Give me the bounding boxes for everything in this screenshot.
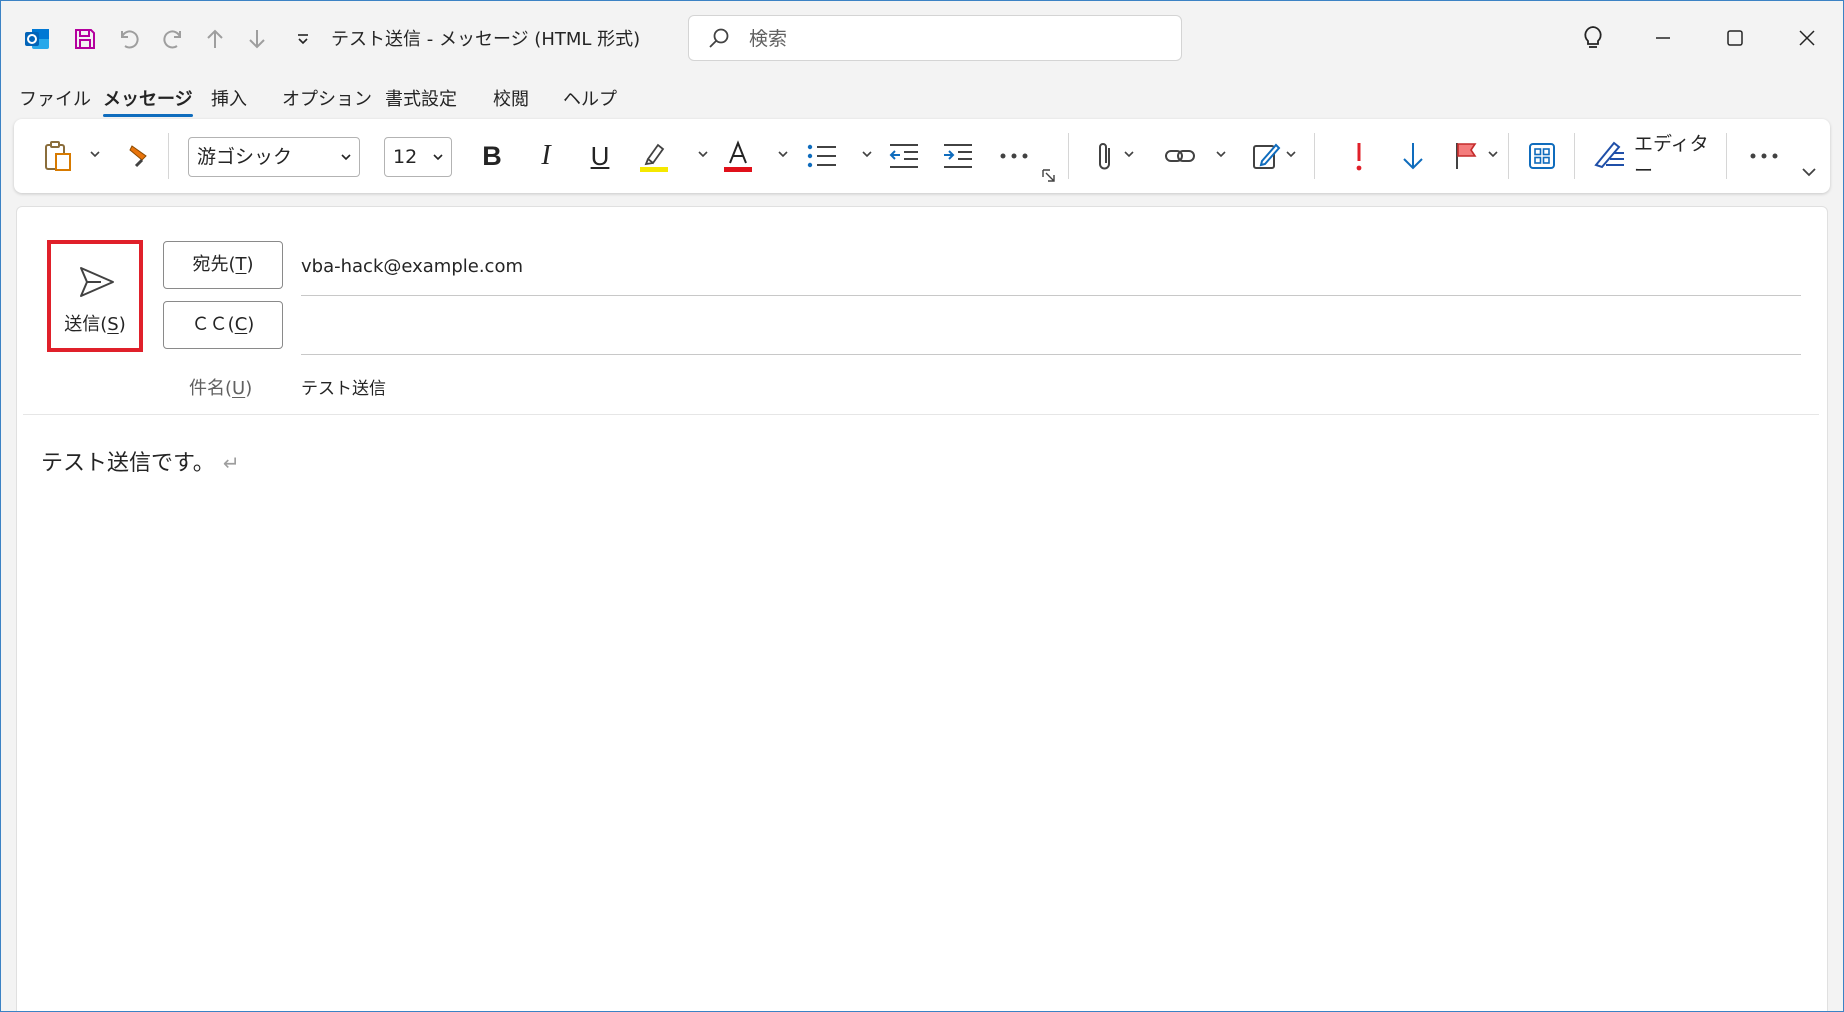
customize-quick-access-icon[interactable] <box>287 23 319 55</box>
font-name-value: 游ゴシック <box>197 146 293 168</box>
window-title: テスト送信 - メッセージ (HTML 形式) <box>331 29 641 50</box>
font-color-dropdown-icon[interactable] <box>776 147 790 161</box>
undo-icon[interactable] <box>113 23 145 55</box>
paragraph-mark: ↵ <box>222 451 240 475</box>
body-text: テスト送信です。 <box>41 451 215 476</box>
increase-indent-icon[interactable] <box>938 137 978 175</box>
send-label: 送信(S) <box>64 314 126 335</box>
high-importance-icon[interactable] <box>1342 137 1376 175</box>
underline-icon[interactable]: U <box>582 137 618 175</box>
font-name-select[interactable]: 游ゴシック <box>188 137 360 177</box>
tab-message[interactable]: メッセージ <box>103 85 193 117</box>
to-button[interactable]: 宛先(T) <box>163 241 283 289</box>
font-size-select[interactable]: 12 <box>384 137 452 177</box>
link-icon[interactable] <box>1160 137 1200 175</box>
ribbon-separator <box>1508 133 1509 179</box>
minimize-button[interactable] <box>1633 15 1693 61</box>
link-dropdown-icon[interactable] <box>1214 147 1228 161</box>
lightbulb-icon[interactable] <box>1563 15 1623 61</box>
ribbon-toolbar: 游ゴシック 12 B I U エディター <box>14 119 1830 193</box>
ribbon-separator <box>168 133 169 179</box>
more-formatting-icon[interactable] <box>994 137 1034 175</box>
ribbon-separator <box>1068 133 1069 179</box>
tab-help[interactable]: ヘルプ <box>563 85 617 111</box>
attach-dropdown-icon[interactable] <box>1122 147 1136 161</box>
bold-icon[interactable]: B <box>474 137 510 175</box>
title-bar: テスト送信 - メッセージ (HTML 形式) <box>1 1 1843 77</box>
maximize-button[interactable] <box>1705 15 1765 61</box>
ribbon-tabs: ファイル メッセージ 挿入 オプション 書式設定 校閲 ヘルプ <box>1 79 1843 117</box>
outlook-compose-window: テスト送信 - メッセージ (HTML 形式) 検索 ファイル メッセージ 挿入… <box>0 0 1844 1012</box>
paste-dropdown-icon[interactable] <box>88 147 102 161</box>
cc-field[interactable] <box>301 315 1801 341</box>
signature-icon[interactable] <box>1246 137 1286 175</box>
italic-icon[interactable]: I <box>528 137 564 175</box>
outlook-app-icon[interactable] <box>21 23 53 55</box>
send-button[interactable]: 送信(S) <box>47 240 143 352</box>
ribbon-expand-icon[interactable] <box>1800 163 1818 181</box>
flag-dropdown-icon[interactable] <box>1486 147 1500 161</box>
chevron-down-icon <box>341 154 351 161</box>
bullets-dropdown-icon[interactable] <box>860 147 874 161</box>
tab-file[interactable]: ファイル <box>19 85 91 111</box>
message-body[interactable]: テスト送信です。 ↵ <box>41 445 240 477</box>
editor-label: エディター <box>1634 133 1709 182</box>
tab-insert[interactable]: 挿入 <box>211 85 247 111</box>
bullets-icon[interactable] <box>802 137 842 175</box>
ribbon-separator <box>1726 133 1727 179</box>
to-field[interactable]: vba-hack@example.com <box>301 256 523 277</box>
send-icon <box>80 267 114 297</box>
search-box[interactable] <box>688 15 1182 61</box>
font-size-value: 12 <box>393 146 418 168</box>
apps-icon[interactable] <box>1522 137 1562 175</box>
tab-options[interactable]: オプション <box>282 85 372 111</box>
highlight-dropdown-icon[interactable] <box>696 147 710 161</box>
header-body-divider <box>23 414 1819 415</box>
next-item-icon[interactable] <box>241 23 273 55</box>
format-painter-icon[interactable] <box>122 137 158 175</box>
close-button[interactable] <box>1777 15 1837 61</box>
editor-button[interactable]: エディター <box>1592 133 1722 182</box>
subject-field[interactable]: テスト送信 <box>301 374 386 399</box>
search-icon <box>707 26 731 54</box>
follow-up-flag-icon[interactable] <box>1448 137 1484 175</box>
subject-label: 件名(U) <box>189 378 253 399</box>
font-color-icon[interactable] <box>718 137 758 175</box>
signature-dropdown-icon[interactable] <box>1284 147 1298 161</box>
save-icon[interactable] <box>69 23 101 55</box>
tab-review[interactable]: 校閲 <box>493 85 529 111</box>
compose-pane: 送信(S) 宛先(T) vba-hack@example.com ＣＣ(C) 件… <box>16 206 1828 1011</box>
ribbon-separator <box>1574 133 1575 179</box>
decrease-indent-icon[interactable] <box>884 137 924 175</box>
paste-icon[interactable] <box>40 137 76 175</box>
dialog-launcher-icon[interactable] <box>1042 169 1056 183</box>
tab-format-text[interactable]: 書式設定 <box>385 85 457 111</box>
cc-underline <box>301 354 1801 355</box>
highlight-icon[interactable] <box>634 137 674 175</box>
to-underline <box>301 295 1801 296</box>
more-commands-icon[interactable] <box>1744 137 1784 175</box>
chevron-down-icon <box>433 154 443 161</box>
cc-button[interactable]: ＣＣ(C) <box>163 301 283 349</box>
search-input[interactable] <box>747 24 1171 54</box>
editor-pen-icon <box>1592 139 1626 173</box>
ribbon-separator <box>1314 133 1315 179</box>
low-importance-icon[interactable] <box>1396 137 1430 175</box>
previous-item-icon[interactable] <box>199 23 231 55</box>
redo-icon[interactable] <box>157 23 189 55</box>
attach-file-icon[interactable] <box>1090 137 1120 175</box>
